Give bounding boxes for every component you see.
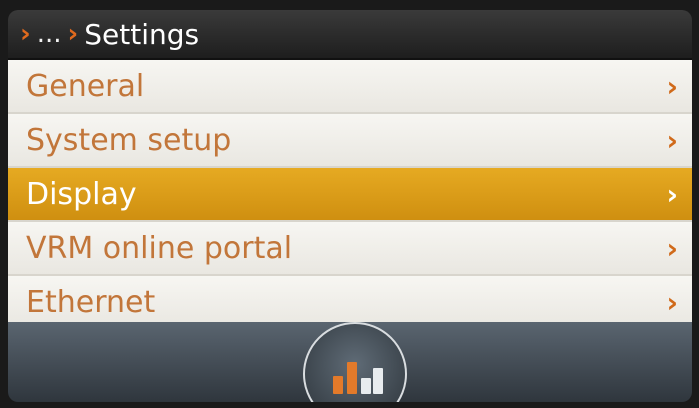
menu-item-system-setup[interactable]: System setup › [8, 114, 692, 168]
chart-bar-icon [347, 362, 357, 394]
chevron-right-icon: › [20, 19, 31, 49]
menu-item-general[interactable]: General › [8, 60, 692, 114]
chevron-right-icon: › [666, 123, 678, 157]
chart-bar-icon [361, 378, 371, 394]
menu-item-label: Ethernet [26, 284, 156, 320]
overview-chart-icon [333, 354, 383, 394]
chevron-right-icon: › [666, 285, 678, 319]
menu-item-label: VRM online portal [26, 230, 293, 266]
menu-item-display[interactable]: Display › [8, 168, 692, 222]
overview-button[interactable] [303, 322, 407, 402]
menu-item-vrm-online-portal[interactable]: VRM online portal › [8, 222, 692, 276]
header-bar: › ... › Settings [8, 10, 692, 58]
chevron-right-icon: › [67, 19, 79, 49]
chevron-right-icon: › [666, 177, 678, 211]
menu-item-label: Display [26, 176, 137, 212]
chart-bar-icon [373, 368, 383, 394]
settings-menu-list: General › System setup › Display › VRM o… [8, 60, 692, 330]
menu-item-label: General [26, 68, 145, 104]
chevron-right-icon: › [666, 69, 678, 103]
menu-item-label: System setup [26, 122, 232, 158]
footer-bar [8, 322, 692, 402]
chart-bar-icon [333, 376, 343, 394]
breadcrumb-ellipsis[interactable]: ... [37, 19, 62, 49]
chevron-right-icon: › [666, 231, 678, 265]
device-screen: › ... › Settings General › System setup … [8, 10, 692, 402]
page-title: Settings [84, 17, 200, 51]
